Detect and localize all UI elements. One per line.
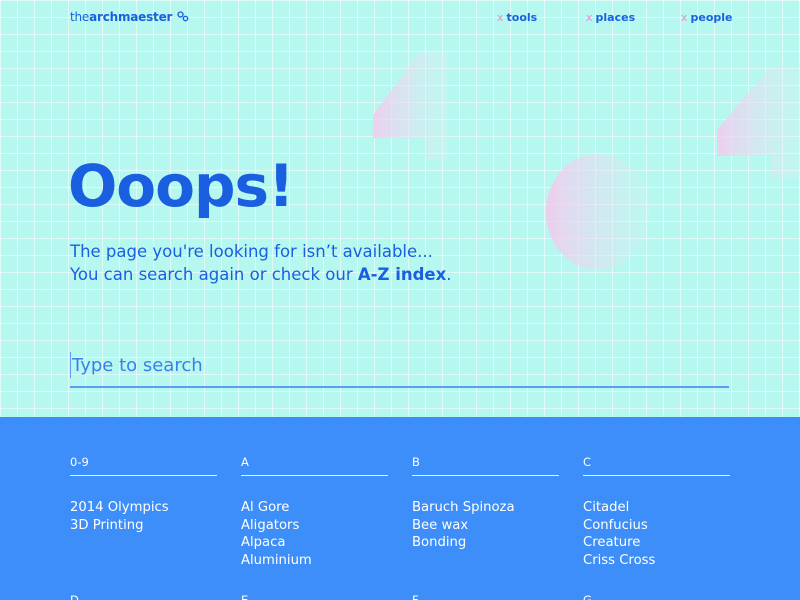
close-x-icon: x xyxy=(586,11,593,24)
close-x-icon: x xyxy=(681,11,688,24)
message-line-1: The page you're looking for isn’t availa… xyxy=(70,242,433,261)
index-column-heading: B xyxy=(412,455,559,476)
search-input[interactable] xyxy=(72,350,722,380)
index-column-heading-e: E xyxy=(241,593,249,600)
index-link[interactable]: 3D Printing xyxy=(70,517,217,535)
close-x-icon: x xyxy=(497,11,504,24)
message-line-2-suffix: . xyxy=(446,265,452,284)
error-message: The page you're looking for isn’t availa… xyxy=(70,240,452,286)
index-link[interactable]: Bee wax xyxy=(412,517,559,535)
index-column-a: A Al Gore Aligators Alpaca Aluminium xyxy=(241,455,388,569)
orbit-icon xyxy=(177,11,189,22)
index-column-heading-d: D xyxy=(70,593,79,600)
index-link[interactable]: Alpaca xyxy=(241,534,388,552)
logo-name: archmaester xyxy=(89,10,173,24)
nav-places-label: places xyxy=(595,11,636,24)
az-index-section: 0-9 2014 Olympics 3D Printing A Al Gore … xyxy=(0,417,800,600)
decor-four-left xyxy=(373,52,448,160)
index-column-heading-f: F xyxy=(412,593,419,600)
nav-people-label: people xyxy=(690,11,733,24)
index-link[interactable]: Aligators xyxy=(241,517,388,535)
index-column-heading-g: G xyxy=(583,593,592,600)
index-column-c: C Citadel Confucius Creature Criss Cross xyxy=(583,455,730,569)
nav-places[interactable]: x places xyxy=(586,11,635,24)
index-link[interactable]: Baruch Spinoza xyxy=(412,499,559,517)
index-link[interactable]: 2014 Olympics xyxy=(70,499,217,517)
az-index-link[interactable]: A-Z index xyxy=(358,265,446,284)
site-logo[interactable]: thearchmaester xyxy=(70,10,189,24)
decor-four-right xyxy=(717,68,800,178)
index-link[interactable]: Bonding xyxy=(412,534,559,552)
logo-prefix: the xyxy=(70,10,90,24)
nav-people[interactable]: x people xyxy=(681,11,733,24)
index-link[interactable]: Aluminium xyxy=(241,552,388,570)
index-link[interactable]: Creature xyxy=(583,534,730,552)
index-link[interactable]: Citadel xyxy=(583,499,730,517)
hero-section: thearchmaester x tools x places x people Oo… xyxy=(0,0,800,417)
index-column-list: 2014 Olympics 3D Printing xyxy=(70,499,217,534)
index-column-list: Baruch Spinoza Bee wax Bonding xyxy=(412,499,559,552)
text-caret xyxy=(70,352,71,378)
nav-tools[interactable]: x tools xyxy=(497,11,537,24)
message-line-2-text: You can search again or check our xyxy=(70,265,358,284)
index-link[interactable]: Confucius xyxy=(583,517,730,535)
index-column-list: Al Gore Aligators Alpaca Aluminium xyxy=(241,499,388,569)
search-field[interactable] xyxy=(70,350,729,388)
index-link[interactable]: Al Gore xyxy=(241,499,388,517)
decor-zero xyxy=(546,154,650,270)
index-column-heading: C xyxy=(583,455,730,476)
index-column-heading: 0-9 xyxy=(70,455,217,476)
message-line-2: You can search again or check our A-Z in… xyxy=(70,263,452,286)
page-title: Ooops! xyxy=(68,152,294,220)
index-column-list: Citadel Confucius Creature Criss Cross xyxy=(583,499,730,569)
nav-tools-label: tools xyxy=(506,11,538,24)
index-column-heading: A xyxy=(241,455,388,476)
index-column-0-9: 0-9 2014 Olympics 3D Printing xyxy=(70,455,217,534)
index-column-b: B Baruch Spinoza Bee wax Bonding xyxy=(412,455,559,552)
index-link[interactable]: Criss Cross xyxy=(583,552,730,570)
